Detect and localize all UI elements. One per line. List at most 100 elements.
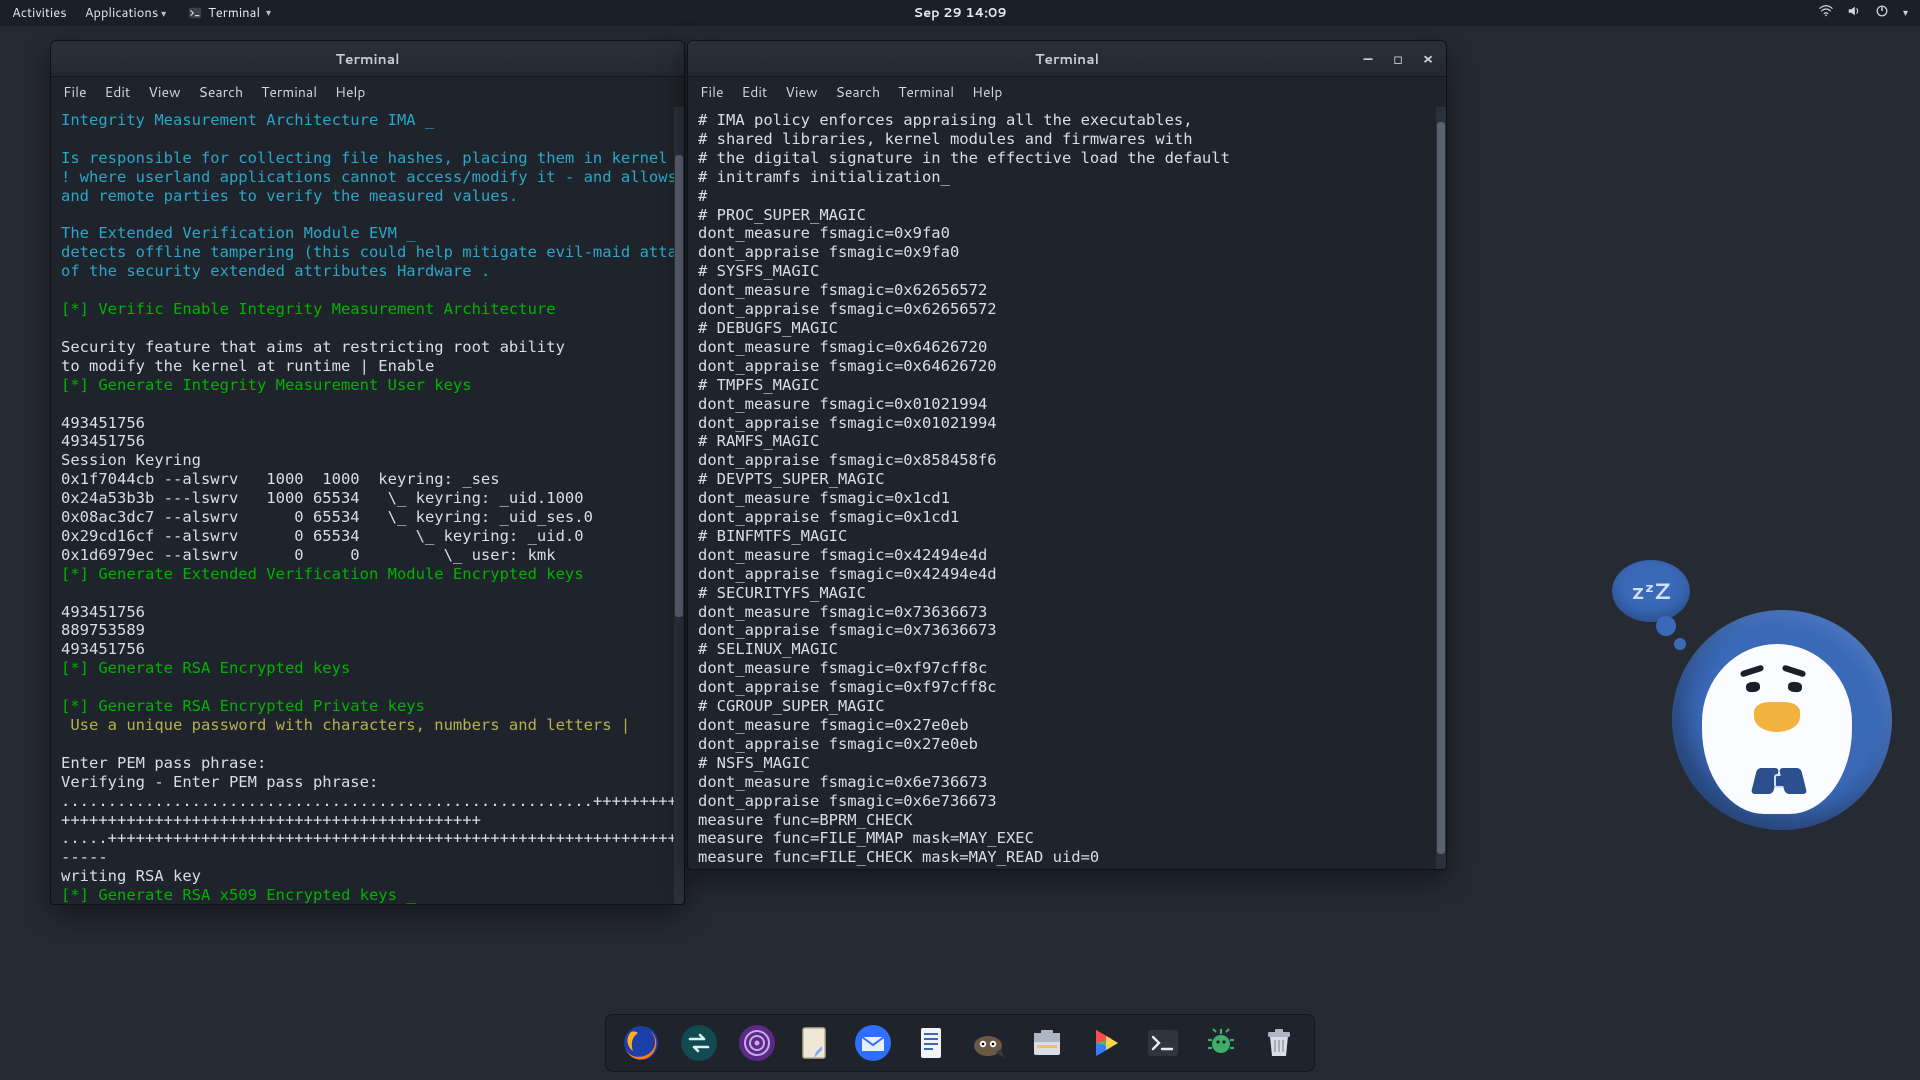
terminal-output-right[interactable]: # IMA policy enforces appraising all the… <box>688 107 1446 869</box>
power-icon[interactable] <box>1875 4 1889 23</box>
terminal-line: The Extended Verification Module EVM _ <box>61 224 678 243</box>
terminal-line: and remote parties to verify the measure… <box>61 187 678 206</box>
firefox-icon[interactable] <box>620 1022 662 1064</box>
terminal-line: # BINFMTFS_MAGIC <box>698 527 1440 546</box>
terminal-line: # TMPFS_MAGIC <box>698 376 1440 395</box>
terminal-line <box>61 735 678 754</box>
tor-icon[interactable] <box>736 1022 778 1064</box>
terminal-line: ! where userland applications cannot acc… <box>61 168 678 187</box>
window-close-button[interactable]: × <box>1418 48 1438 69</box>
mascot-face <box>1702 644 1852 814</box>
terminal-line: 493451756 <box>61 414 678 433</box>
terminal-line: dont_measure fsmagic=0x64626720 <box>698 338 1440 357</box>
scrollbar-right[interactable] <box>1436 107 1446 869</box>
terminal-line: dont_appraise fsmagic=0x1cd1 <box>698 508 1440 527</box>
terminal-line: Verifying - Enter PEM pass phrase: <box>61 773 678 792</box>
terminal-line: dont_appraise fsmagic=0x9fa0 <box>698 243 1440 262</box>
window-minimize-button[interactable]: – <box>1358 48 1378 69</box>
terminal-line: [*] Generate RSA x509 Encrypted keys _ <box>61 886 678 904</box>
taskbar-terminal-button[interactable]: Terminal <box>184 3 275 23</box>
menu-help-left[interactable]: Help <box>335 82 365 102</box>
terminal-line <box>61 281 678 300</box>
terminal-line: of the security extended attributes Hard… <box>61 262 678 281</box>
terminal-output-left[interactable]: Integrity Measurement Architecture IMA _… <box>51 107 684 904</box>
terminal-line: ----- <box>61 848 678 867</box>
terminal-line: Is responsible for collecting file hashe… <box>61 149 678 168</box>
terminal-line: dont_appraise fsmagic=0x62656572 <box>698 300 1440 319</box>
menu-help-right[interactable]: Help <box>972 82 1002 102</box>
terminal-icon <box>188 6 202 20</box>
menu-view-left[interactable]: View <box>148 82 180 102</box>
document-icon[interactable] <box>910 1022 952 1064</box>
terminal-line: # initramfs initialization_ <box>698 168 1440 187</box>
window-maximize-button[interactable]: ▫ <box>1388 48 1408 69</box>
terminal-line <box>61 395 678 414</box>
dock <box>605 1014 1315 1072</box>
menu-search-left[interactable]: Search <box>199 82 244 102</box>
terminal-line: # DEVPTS_SUPER_MAGIC <box>698 470 1440 489</box>
menu-file-left[interactable]: File <box>63 82 87 102</box>
menu-edit-right[interactable]: Edit <box>742 82 768 102</box>
menu-file-right[interactable]: File <box>700 82 724 102</box>
terminal-line: 0x24a53b3b ---lswrv 1000 65534 \_ keyrin… <box>61 489 678 508</box>
window-title-left: Terminal <box>335 49 399 69</box>
terminal-line: detects offline tampering (this could he… <box>61 243 678 262</box>
terminal-line: # NSFS_MAGIC <box>698 754 1440 773</box>
taskbar-terminal-label: Terminal <box>208 4 260 22</box>
terminal-line: dont_appraise fsmagic=0x64626720 <box>698 357 1440 376</box>
menu-edit-left[interactable]: Edit <box>105 82 131 102</box>
terminal-line: 889753589 <box>61 621 678 640</box>
terminal-line: 0x08ac3dc7 --alswrv 0 65534 \_ keyring: … <box>61 508 678 527</box>
terminal-line: 0x29cd16cf --alswrv 0 65534 \_ keyring: … <box>61 527 678 546</box>
titlebar-left[interactable]: Terminal <box>51 41 684 77</box>
mail-icon[interactable] <box>852 1022 894 1064</box>
terminal-line: # <box>698 187 1440 206</box>
terminal-line: # RAMFS_MAGIC <box>698 432 1440 451</box>
terminal-line: # SELINUX_MAGIC <box>698 640 1440 659</box>
files-icon[interactable] <box>1026 1022 1068 1064</box>
terminal-line: dont_appraise fsmagic=0xf97cff8c <box>698 678 1440 697</box>
scrollbar-left[interactable] <box>674 107 684 904</box>
terminal-line: [*] Verific Enable Integrity Measurement… <box>61 300 678 319</box>
terminal-line: measure func=FILE_CHECK mask=MAY_READ ui… <box>698 848 1440 867</box>
applications-menu[interactable]: Applications <box>85 4 166 22</box>
terminal-line <box>61 319 678 338</box>
terminal-line: # shared libraries, kernel modules and f… <box>698 130 1440 149</box>
terminal-line: [*] Generate Extended Verification Modul… <box>61 565 678 584</box>
gimp-icon[interactable] <box>968 1022 1010 1064</box>
clock[interactable]: Sep 29 14:09 <box>913 4 1006 22</box>
terminal-line: dont_measure fsmagic=0x27e0eb <box>698 716 1440 735</box>
terminal-line: [*] Generate Integrity Measurement User … <box>61 376 678 395</box>
terminal-line: dont_appraise fsmagic=0x42494e4d <box>698 565 1440 584</box>
terminal-icon[interactable] <box>1142 1022 1184 1064</box>
menu-search-right[interactable]: Search <box>836 82 881 102</box>
scrollbar-thumb-left[interactable] <box>675 155 683 617</box>
play-icon[interactable] <box>1084 1022 1126 1064</box>
activities-button[interactable]: Activities <box>12 4 67 22</box>
terminal-line: measure func=BPRM_CHECK <box>698 811 1440 830</box>
menu-view-right[interactable]: View <box>785 82 817 102</box>
terminal-line: # SYSFS_MAGIC <box>698 262 1440 281</box>
swap-icon[interactable] <box>678 1022 720 1064</box>
titlebar-right[interactable]: Terminal – ▫ × <box>688 41 1446 77</box>
mascot-body <box>1672 610 1892 830</box>
terminal-line: dont_appraise fsmagic=0x858458f6 <box>698 451 1440 470</box>
editor-icon[interactable] <box>794 1022 836 1064</box>
terminal-line: dont_measure fsmagic=0x42494e4d <box>698 546 1440 565</box>
terminal-line: dont_appraise fsmagic=0x73636673 <box>698 621 1440 640</box>
terminal-line: dont_appraise fsmagic=0x27e0eb <box>698 735 1440 754</box>
chevron-down-icon[interactable]: ▾ <box>1903 6 1908 20</box>
sleep-bubble-text: zᶻZ <box>1632 576 1671 607</box>
settings-bug-icon[interactable] <box>1200 1022 1242 1064</box>
terminal-line: [*] Generate RSA Encrypted keys <box>61 659 678 678</box>
menu-terminal-left[interactable]: Terminal <box>261 82 317 102</box>
wifi-icon[interactable] <box>1819 4 1833 23</box>
terminal-line: 0x1f7044cb --alswrv 1000 1000 keyring: _… <box>61 470 678 489</box>
terminal-line: ........................................… <box>61 792 678 811</box>
menu-terminal-right[interactable]: Terminal <box>898 82 954 102</box>
terminal-line: [*] Generate RSA Encrypted Private keys <box>61 697 678 716</box>
scrollbar-thumb-right[interactable] <box>1437 122 1445 854</box>
volume-icon[interactable] <box>1847 4 1861 23</box>
trash-icon[interactable] <box>1258 1022 1300 1064</box>
terminal-window-left: Terminal File Edit View Search Terminal … <box>50 40 685 905</box>
